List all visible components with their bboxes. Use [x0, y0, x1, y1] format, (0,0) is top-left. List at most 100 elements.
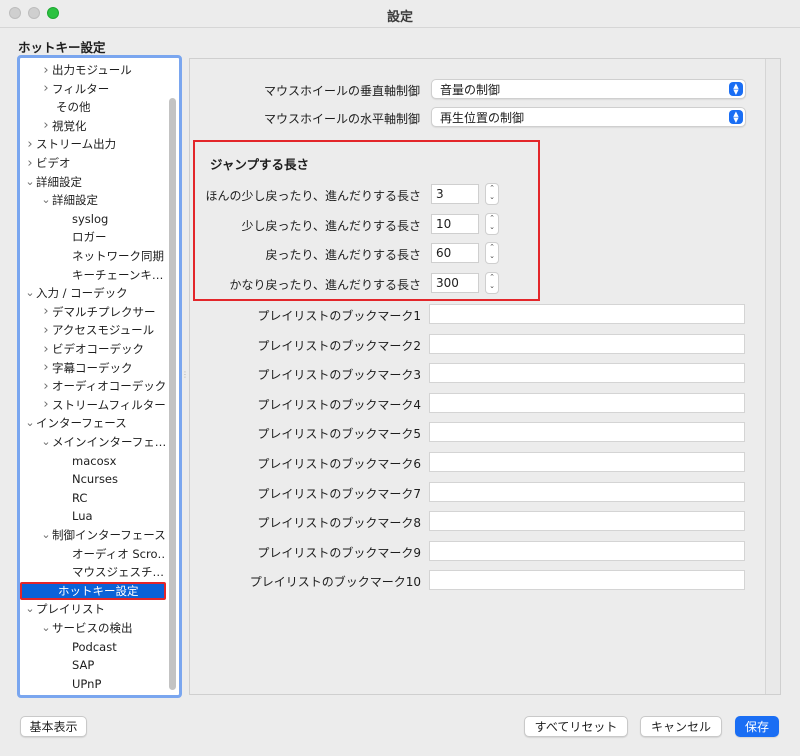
jump-length-stepper[interactable]: ⌃ ⌄	[485, 212, 499, 235]
bookmark-input[interactable]	[429, 511, 745, 532]
tree-item-label: マウスジェスチ…	[72, 565, 164, 580]
reset-all-button[interactable]: すべてリセット	[524, 716, 628, 737]
chevron-down-icon[interactable]: ⌄	[24, 287, 36, 298]
tree-item[interactable]: ⌄ プレイリスト	[20, 600, 166, 618]
tree-item[interactable]: Podcast	[20, 638, 166, 656]
chevron-right-icon[interactable]: ›	[40, 360, 52, 375]
tree-item[interactable]: UPnP	[20, 675, 166, 693]
tree-item[interactable]: SAP	[20, 656, 166, 674]
bookmark-input[interactable]	[429, 333, 745, 354]
mouse-horizontal-select[interactable]: 再生位置の制御 ▲ ▼	[431, 107, 746, 127]
tree-item[interactable]: Ncurses	[20, 470, 166, 488]
cancel-button[interactable]: キャンセル	[640, 716, 722, 737]
chevron-right-icon[interactable]: ›	[40, 81, 52, 96]
bookmark-input[interactable]	[429, 392, 745, 413]
window-title: 設定	[386, 10, 413, 25]
bookmark-label: プレイリストのブックマーク1	[257, 309, 421, 323]
tree-item[interactable]: › ストリームフィルター	[20, 396, 166, 414]
bookmark-input[interactable]	[429, 304, 745, 324]
save-button[interactable]: 保存	[735, 716, 779, 737]
tree-item[interactable]: › 字幕コーデック	[20, 359, 166, 377]
tree-item[interactable]: ⌄ サービスの検出	[20, 619, 166, 637]
tree-item[interactable]: ⌄ インターフェース	[20, 414, 166, 432]
category-tree[interactable]: › 出力モジュール › フィルター その他 › 視覚化 › ストリーム出力 › ビデオ ⌄ 詳細設定 ⌄ 詳…	[17, 55, 182, 698]
tree-item-selected[interactable]: ホットキー設定	[20, 581, 166, 600]
tree-item[interactable]: その他	[20, 98, 166, 116]
tree-item-label: キーチェーンキ…	[72, 267, 164, 282]
tree-item-label: 詳細設定	[52, 193, 98, 208]
jump-length-stepper[interactable]: ⌃ ⌄	[485, 183, 499, 205]
tree-item[interactable]: キーチェーンキ…	[20, 266, 166, 284]
tree-item-label: ビデオコーデック	[52, 342, 144, 356]
jump-length-input[interactable]: 10	[431, 213, 479, 234]
chevron-right-icon[interactable]: ›	[40, 397, 52, 412]
tree-item[interactable]: › ストリーム出力	[20, 135, 166, 153]
bookmark-label: プレイリストのブックマーク8	[257, 516, 421, 531]
tree-item-label: Podcast	[72, 639, 117, 654]
mouse-vertical-label: マウスホイールの垂直軸制御	[263, 84, 420, 98]
tree-item[interactable]: ⌄ メインインターフェ…	[20, 433, 166, 451]
bookmark-input[interactable]	[429, 422, 745, 443]
tree-item-label: デマルチプレクサー	[52, 304, 156, 319]
chevron-down-icon[interactable]: ⌄	[40, 436, 52, 447]
chevron-down-icon[interactable]: ⌄	[24, 417, 36, 428]
tree-item[interactable]: ⌄ 詳細設定	[20, 173, 166, 191]
mouse-horizontal-label: マウスホイールの水平軸制御	[263, 112, 420, 126]
tree-item[interactable]: ⌄ 制御インターフェース	[20, 526, 166, 544]
tree-item[interactable]: › 出力モジュール	[20, 61, 166, 79]
tree-item-label: syslog	[72, 211, 109, 226]
tree-item[interactable]: › デマルチプレクサー	[20, 303, 166, 321]
jump-length-input[interactable]: 3	[431, 184, 479, 204]
chevron-right-icon[interactable]: ›	[40, 342, 52, 357]
bookmark-label: プレイリストのブックマーク7	[257, 486, 421, 501]
chevron-right-icon[interactable]: ›	[24, 156, 36, 171]
tree-item[interactable]: オーディオ Scro…	[20, 545, 166, 563]
tree-item[interactable]: › 視覚化	[20, 117, 166, 135]
tree-item[interactable]: › オーディオコーデック	[20, 377, 166, 395]
tree-item[interactable]: ロガー	[20, 228, 166, 246]
tree-item[interactable]: ネットワーク同期	[20, 247, 166, 265]
chevron-right-icon[interactable]: ›	[40, 304, 52, 319]
mouse-vertical-select[interactable]: 音量の制御 ▲ ▼	[431, 79, 746, 99]
chevron-right-icon[interactable]: ›	[40, 379, 52, 394]
tree-item-label: フィルター	[52, 81, 110, 96]
select-arrows-icon: ▲ ▼	[729, 110, 743, 124]
jump-length-input[interactable]: 300	[431, 272, 479, 293]
tree-item[interactable]: RC	[20, 489, 166, 507]
bookmark-input[interactable]	[429, 452, 745, 472]
tree-scrollbar[interactable]	[169, 98, 176, 690]
tree-item-label: RC	[72, 490, 88, 505]
tree-item[interactable]: › ビデオコーデック	[20, 340, 166, 358]
splitter-handle[interactable]: ⋮	[181, 371, 189, 382]
tree-item-label: 制御インターフェース	[52, 528, 166, 542]
chevron-down-icon[interactable]: ⌄	[40, 529, 52, 540]
basic-view-button[interactable]: 基本表示	[20, 716, 87, 737]
tree-item[interactable]: ⌄ 入力 / コーデック	[20, 284, 166, 302]
bookmark-input[interactable]	[429, 363, 745, 384]
tree-item[interactable]: › フィルター	[20, 80, 166, 98]
tree-item[interactable]: ⌄ 詳細設定	[20, 191, 166, 209]
chevron-down-icon[interactable]: ⌄	[40, 622, 52, 633]
tree-item[interactable]: › ビデオ	[20, 154, 166, 172]
bookmark-input[interactable]	[429, 540, 745, 561]
chevron-right-icon[interactable]: ›	[40, 63, 52, 78]
tree-item[interactable]: › アクセスモジュール	[20, 321, 166, 339]
select-arrows-icon: ▲ ▼	[729, 82, 743, 96]
jump-length-stepper[interactable]: ⌃ ⌄	[485, 271, 499, 294]
jump-length-stepper[interactable]: ⌃ ⌄	[485, 242, 499, 264]
chevron-right-icon[interactable]: ›	[40, 118, 52, 133]
tree-item[interactable]: マウスジェスチ…	[20, 563, 166, 581]
chevron-down-icon[interactable]: ⌄	[24, 603, 36, 614]
chevron-right-icon[interactable]: ›	[40, 323, 52, 338]
tree-item[interactable]: macosx	[20, 452, 166, 470]
chevron-right-icon[interactable]: ›	[24, 137, 36, 152]
jump-length-label: 少し戻ったり、進んだりする長さ	[241, 218, 421, 233]
tree-item[interactable]: Lua	[20, 507, 166, 525]
chevron-down-icon[interactable]: ⌄	[40, 194, 52, 205]
jump-length-label: ほんの少し戻ったり、進んだりする長さ	[205, 189, 421, 203]
bookmark-input[interactable]	[429, 570, 745, 591]
bookmark-input[interactable]	[429, 481, 745, 502]
tree-item[interactable]: syslog	[20, 210, 166, 228]
chevron-down-icon[interactable]: ⌄	[24, 176, 36, 187]
jump-length-input[interactable]: 60	[431, 243, 479, 263]
